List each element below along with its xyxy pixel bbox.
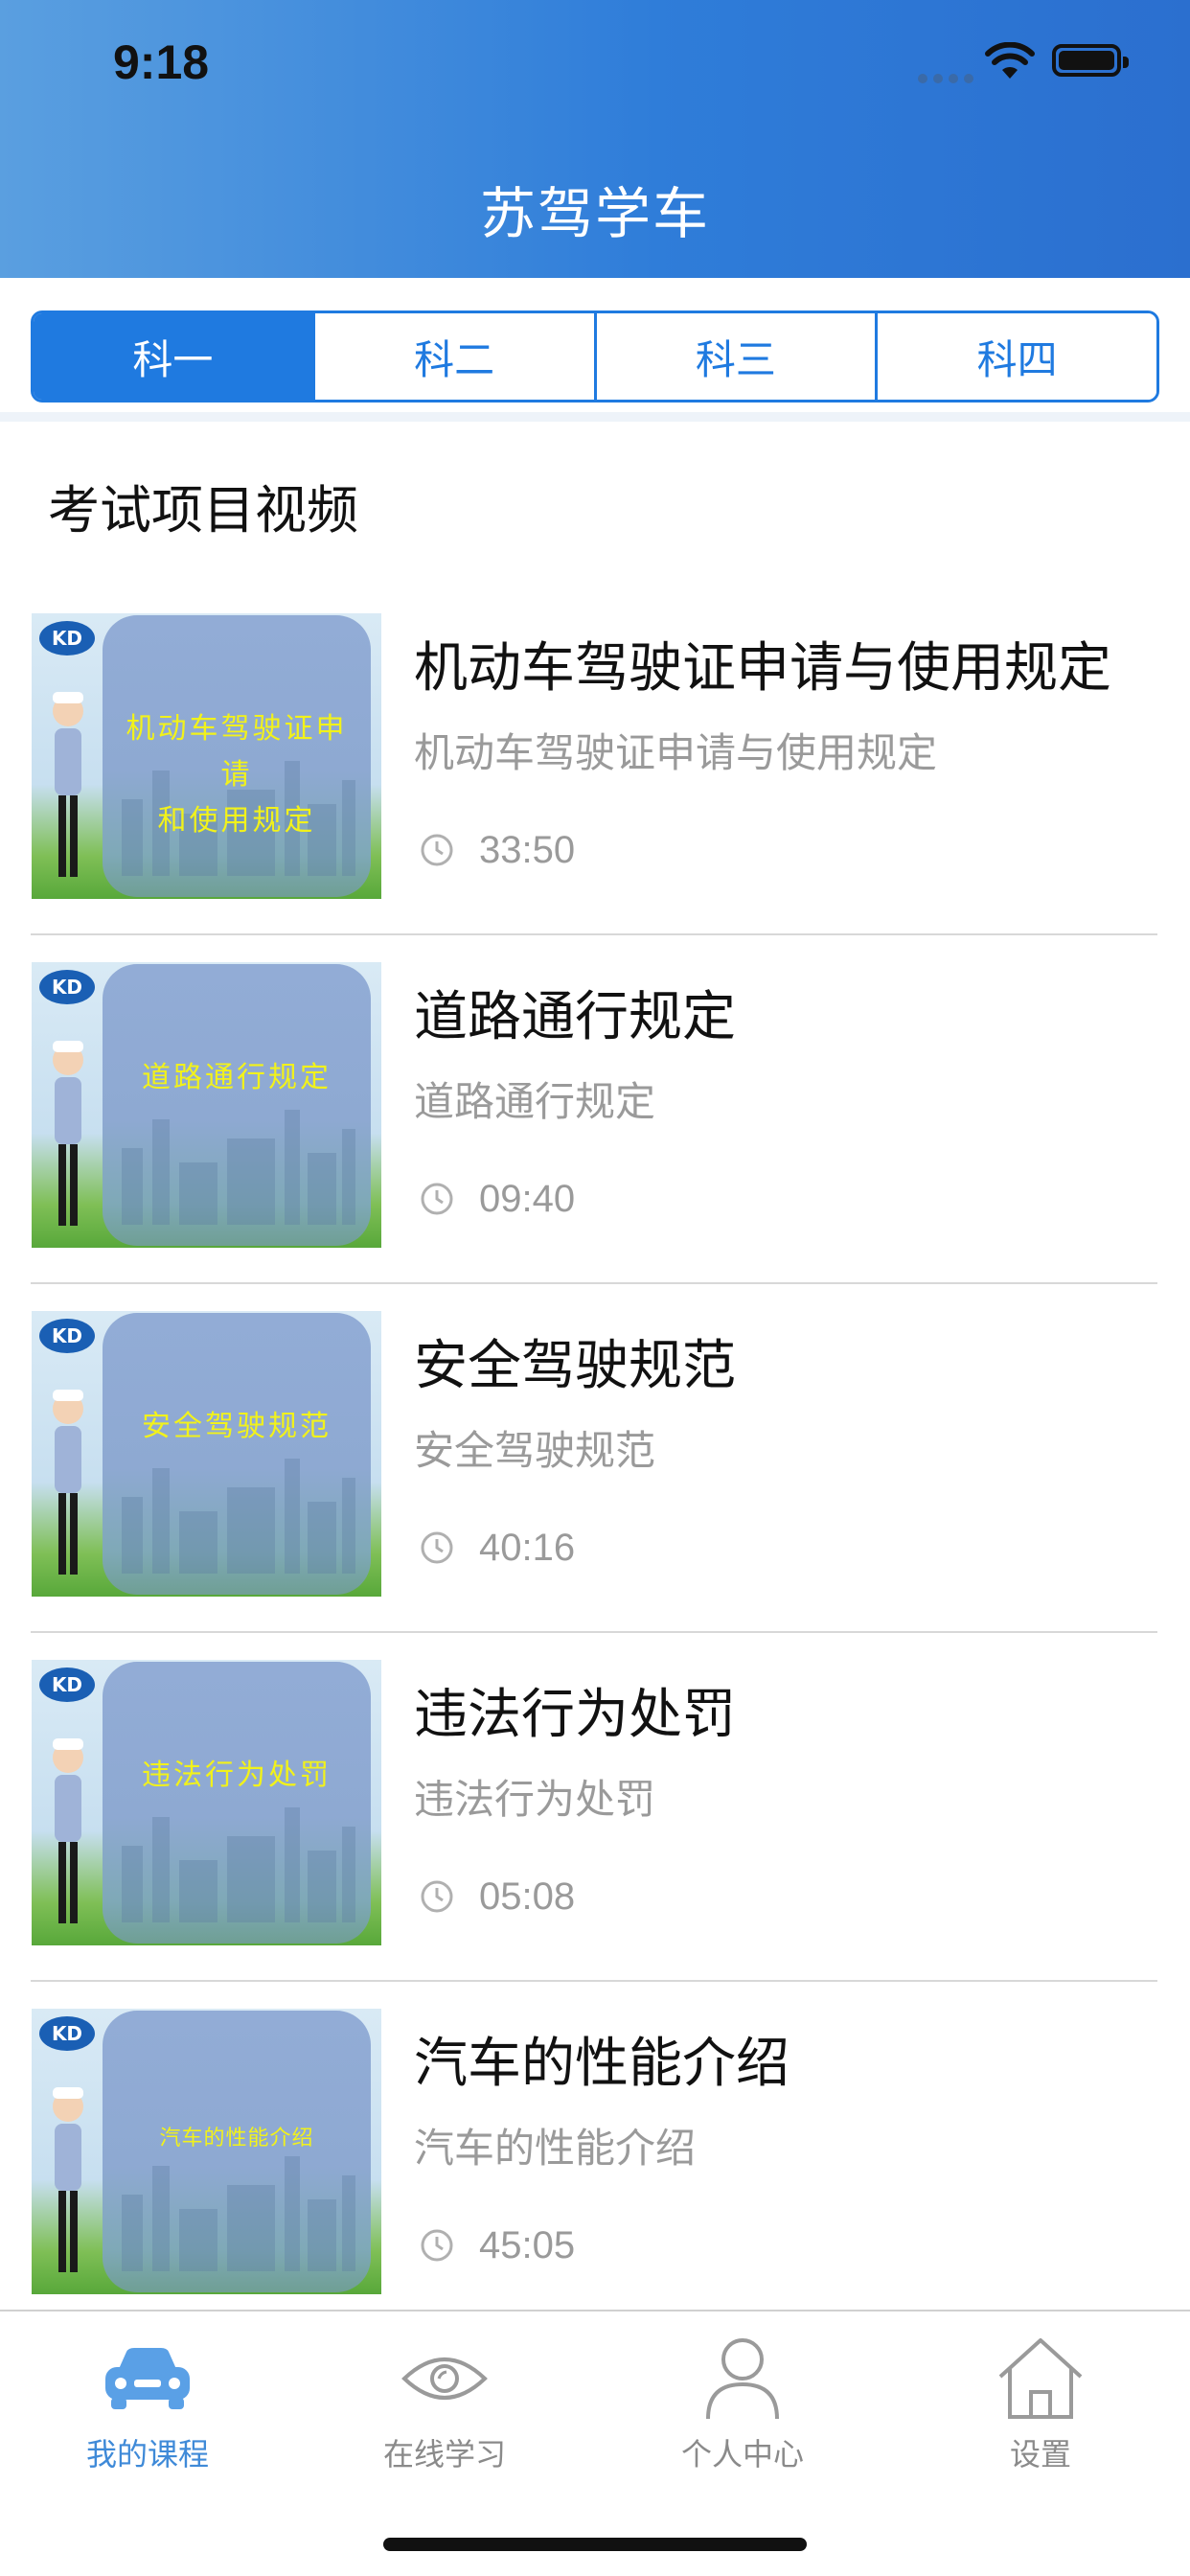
video-subtitle: 机动车驾驶证申请与使用规定: [414, 729, 938, 776]
traffic-officer-figure: [53, 1041, 83, 1226]
thumbnail-screen: 道路通行规定: [103, 964, 371, 1246]
kd-logo: KD: [39, 621, 95, 656]
video-list-item[interactable]: KD 违法行为处罚 违法行为处罚 违法行为处罚 05:08: [0, 1633, 1190, 1982]
video-subtitle: 违法行为处罚: [414, 1776, 656, 1823]
tabbar-item-my-courses[interactable]: 我的课程: [52, 2331, 243, 2474]
video-duration: 40:16: [420, 1524, 575, 1572]
video-title: 安全驾驶规范: [414, 1335, 736, 1397]
video-subtitle: 汽车的性能介绍: [414, 2125, 697, 2172]
tabbar-item-settings[interactable]: 设置: [945, 2331, 1136, 2474]
video-list: KD 机动车驾驶证申请 和使用规定 机动车驾驶证申请与使用规定 机动车驾驶证申请…: [0, 586, 1190, 2331]
eye-icon: [401, 2358, 488, 2400]
person-icon: [706, 2338, 779, 2420]
video-duration: 09:40: [420, 1175, 575, 1223]
video-thumbnail[interactable]: KD 汽车的性能介绍: [32, 2009, 381, 2294]
thumbnail-screen: 机动车驾驶证申请 和使用规定: [103, 615, 371, 897]
tabbar-item-online-study[interactable]: 在线学习: [349, 2331, 540, 2474]
clock-icon: [421, 1880, 453, 1913]
battery-icon: [1052, 44, 1129, 77]
kd-logo: KD: [39, 1319, 95, 1353]
subject-tabs-area: 科一 科二 科三 科四: [0, 278, 1190, 422]
wifi-icon: [985, 42, 1035, 79]
video-list-item[interactable]: KD 汽车的性能介绍 汽车的性能介绍 汽车的性能介绍 45:05: [0, 1982, 1190, 2331]
traffic-officer-figure: [53, 1390, 83, 1575]
video-duration: 33:50: [420, 826, 575, 874]
video-thumbnail[interactable]: KD 机动车驾驶证申请 和使用规定: [32, 613, 381, 899]
video-subtitle: 道路通行规定: [414, 1078, 656, 1125]
video-thumbnail[interactable]: KD 违法行为处罚: [32, 1660, 381, 1945]
subject-tabs: 科一 科二 科三 科四: [31, 310, 1159, 402]
traffic-officer-figure: [53, 692, 83, 877]
traffic-officer-figure: [53, 1738, 83, 1923]
header-bar: 9:18 苏驾学车: [0, 0, 1190, 278]
video-list-item[interactable]: KD 机动车驾驶证申请 和使用规定 机动车驾驶证申请与使用规定 机动车驾驶证申请…: [0, 586, 1190, 935]
tab-subject-2[interactable]: 科二: [314, 313, 597, 400]
thumbnail-caption: 汽车的性能介绍: [159, 2127, 314, 2150]
video-list-item[interactable]: KD 安全驾驶规范 安全驾驶规范 安全驾驶规范 40:16: [0, 1284, 1190, 1633]
tabbar-label: 在线学习: [382, 2436, 506, 2472]
thumbnail-screen: 汽车的性能介绍: [103, 2011, 371, 2292]
section-title: 考试项目视频: [48, 480, 358, 540]
clock-icon: [421, 2229, 453, 2262]
thumbnail-screen: 违法行为处罚: [103, 1662, 371, 1944]
tabbar-item-personal-center[interactable]: 个人中心: [647, 2331, 838, 2474]
car-icon: [105, 2348, 190, 2409]
tab-subject-4[interactable]: 科四: [878, 313, 1156, 400]
video-thumbnail[interactable]: KD 安全驾驶规范: [32, 1311, 381, 1597]
video-duration: 45:05: [420, 2221, 575, 2269]
page-title: 苏驾学车: [479, 181, 710, 246]
home-indicator[interactable]: [383, 2538, 807, 2551]
thumbnail-caption: 机动车驾驶证申请 和使用规定: [126, 712, 348, 838]
tabbar-label: 设置: [1009, 2436, 1071, 2472]
bottom-tab-bar: 我的课程 在线学习 个人中心 设置: [0, 2310, 1190, 2576]
clock-icon: [421, 1531, 453, 1564]
video-title: 机动车驾驶证申请与使用规定: [414, 637, 1111, 700]
tab-subject-1[interactable]: 科一: [34, 313, 315, 400]
thumbnail-caption: 违法行为处罚: [142, 1759, 332, 1792]
traffic-officer-figure: [53, 2087, 83, 2272]
clock-icon: [421, 834, 453, 866]
kd-logo: KD: [39, 2016, 95, 2051]
cellular-signal-icon: [918, 69, 979, 87]
clock-icon: [421, 1183, 453, 1215]
thumbnail-caption: 道路通行规定: [142, 1061, 332, 1094]
video-thumbnail[interactable]: KD 道路通行规定: [32, 962, 381, 1248]
video-title: 道路通行规定: [414, 986, 736, 1048]
kd-logo: KD: [39, 970, 95, 1004]
video-list-item[interactable]: KD 道路通行规定 道路通行规定 道路通行规定 09:40: [0, 935, 1190, 1284]
tabbar-label: 我的课程: [85, 2436, 209, 2472]
video-title: 违法行为处罚: [414, 1684, 736, 1746]
tab-subject-3[interactable]: 科三: [596, 313, 879, 400]
video-title: 汽车的性能介绍: [414, 2033, 790, 2095]
home-icon: [998, 2338, 1083, 2419]
video-subtitle: 安全驾驶规范: [414, 1427, 656, 1474]
thumbnail-caption: 安全驾驶规范: [142, 1410, 332, 1443]
tabbar-label: 个人中心: [680, 2436, 804, 2472]
kd-logo: KD: [39, 1668, 95, 1702]
status-time: 9:18: [113, 35, 210, 89]
thumbnail-screen: 安全驾驶规范: [103, 1313, 371, 1595]
video-duration: 05:08: [420, 1873, 575, 1920]
